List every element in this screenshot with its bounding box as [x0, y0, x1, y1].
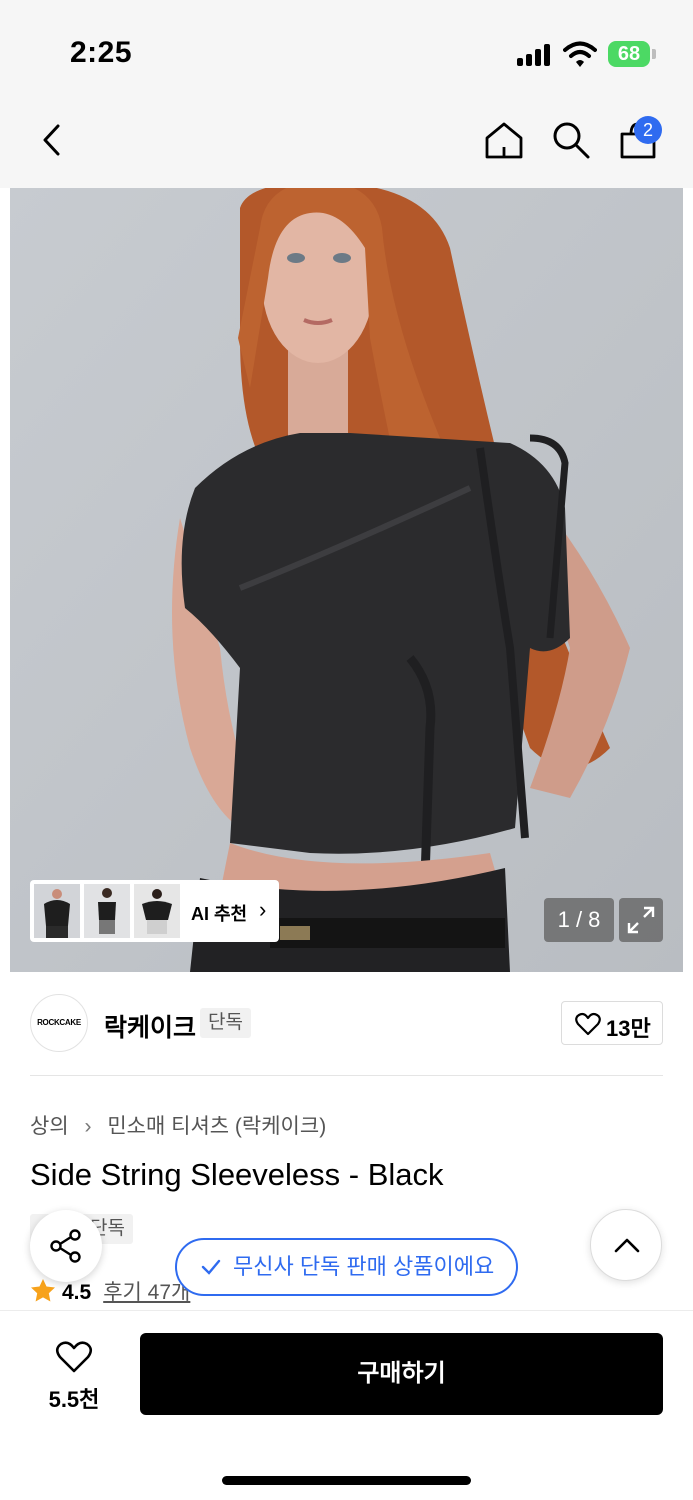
check-icon	[201, 1259, 221, 1275]
brand-name[interactable]: 락케이크	[104, 1008, 196, 1044]
chevron-up-icon	[614, 1238, 640, 1253]
home-icon[interactable]	[484, 120, 524, 160]
scroll-top-button[interactable]	[590, 1209, 662, 1281]
share-button[interactable]	[30, 1210, 102, 1282]
ai-thumb-1	[34, 884, 80, 938]
brand-like-count: 13만	[606, 1016, 651, 1041]
product-title: Side String Sleeveless - Black	[30, 1157, 444, 1192]
brand-logo[interactable]: ROCKCAKE	[30, 994, 88, 1052]
cart-badge: 2	[634, 116, 662, 144]
signal-icon	[517, 44, 551, 66]
breadcrumb-level1[interactable]: 상의	[30, 1115, 69, 1138]
breadcrumb: 상의 › 민소매 티셔츠 (락케이크)	[30, 1110, 326, 1140]
product-image[interactable]	[10, 188, 683, 972]
home-indicator	[222, 1476, 471, 1485]
product-photo	[10, 188, 683, 972]
wishlist-count: 5.5천	[48, 1387, 100, 1412]
divider	[30, 1075, 663, 1076]
brand-like-button[interactable]: 13만	[561, 1001, 663, 1045]
battery-icon: 68	[608, 41, 650, 67]
heart-icon	[55, 1341, 93, 1373]
heart-icon	[575, 1012, 601, 1036]
ai-recommend-label: AI 추천	[191, 904, 248, 924]
search-icon[interactable]	[551, 120, 591, 160]
expand-icon	[627, 906, 655, 934]
star-icon	[31, 1279, 55, 1302]
ai-thumb-3	[134, 884, 180, 938]
brand-exclusive-badge: 단독	[200, 1008, 251, 1038]
wifi-icon	[563, 41, 597, 67]
ai-thumb-2	[84, 884, 130, 938]
wishlist-button[interactable]: 5.5천	[40, 1338, 108, 1412]
buy-button[interactable]: 구매하기	[140, 1333, 663, 1415]
chevron-right-icon: ›	[84, 1115, 92, 1138]
image-counter: 1 / 8	[544, 898, 614, 942]
back-icon[interactable]	[38, 122, 66, 158]
toast-text: 무신사 단독 판매 상품이에요	[233, 1254, 495, 1279]
review-link[interactable]: 후기 47개	[103, 1281, 190, 1304]
status-bar: 2:25 68	[0, 0, 693, 100]
expand-button[interactable]	[619, 898, 663, 942]
rating-score: 4.5	[62, 1281, 92, 1304]
ai-recommend-chip[interactable]: AI 추천 ›	[30, 880, 279, 942]
exclusive-toast: 무신사 단독 판매 상품이에요	[175, 1238, 518, 1296]
battery-cap	[652, 49, 656, 59]
share-icon	[50, 1229, 81, 1263]
rating: 4.5 후기 47개	[30, 1276, 190, 1306]
chevron-right-icon: ›	[259, 897, 267, 922]
breadcrumb-level2[interactable]: 민소매 티셔츠 (락케이크)	[107, 1115, 326, 1138]
status-time: 2:25	[70, 36, 133, 69]
